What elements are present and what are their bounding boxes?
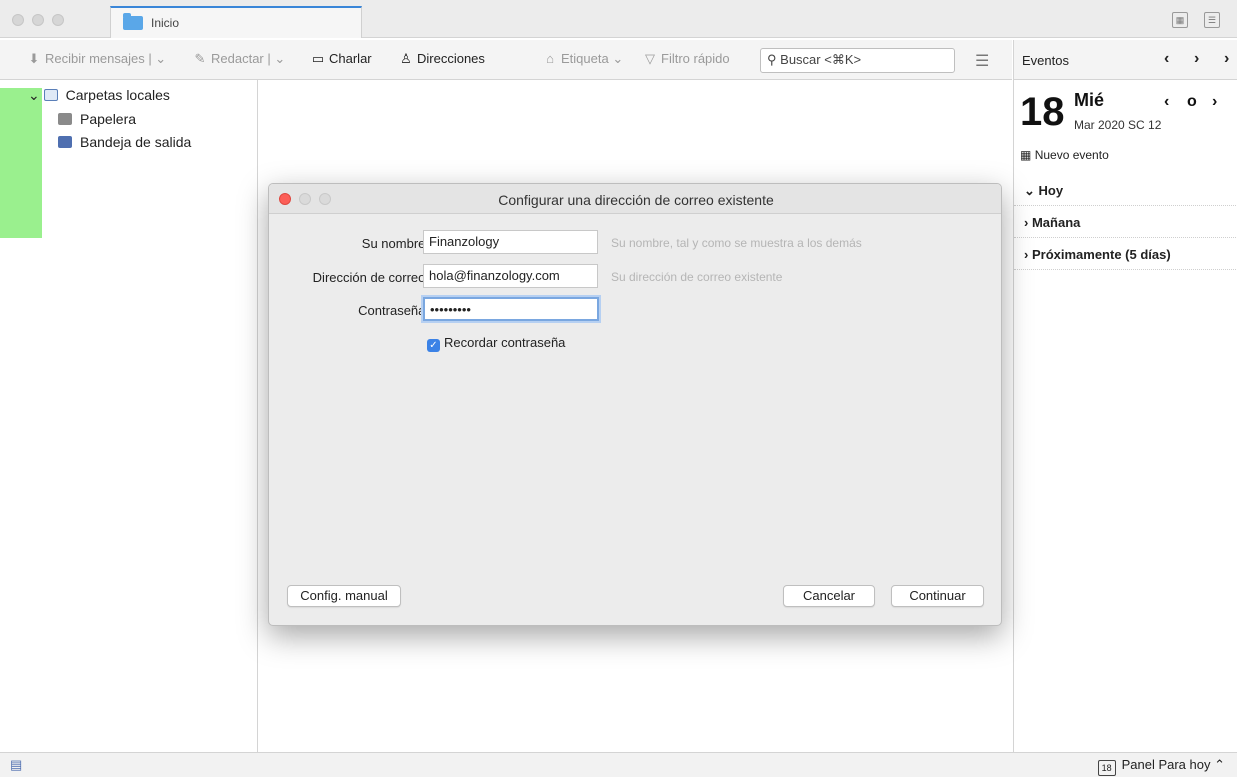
section-upcoming[interactable]: › Próximamente (5 días) (1014, 240, 1237, 270)
app-menu-icon[interactable]: ☰ (975, 51, 989, 71)
manual-config-button[interactable]: Config. manual (287, 585, 401, 607)
section-label: Hoy (1038, 183, 1064, 198)
tab-bar: Inicio ▦ ☰ (0, 0, 1237, 38)
cancel-button[interactable]: Cancelar (783, 585, 875, 607)
day-number: 18 (1020, 90, 1065, 134)
password-field[interactable]: ••••••••• (423, 297, 599, 321)
address-book-label: Direcciones (417, 51, 485, 66)
next-day-icon[interactable]: › (1212, 93, 1217, 111)
chat-label: Charlar (329, 51, 372, 66)
contacts-icon: ♙ (400, 51, 412, 66)
today-pane-label: Panel Para hoy (1121, 757, 1211, 772)
chevron-right-icon: › (1024, 215, 1029, 230)
calendar-add-icon: ▦ (1020, 148, 1032, 162)
remember-password-checkbox[interactable]: ✓ Recordar contraseña (427, 335, 565, 352)
today-circle-icon[interactable]: o (1187, 93, 1197, 111)
continue-button[interactable]: Continuar (891, 585, 984, 607)
name-field[interactable]: Finanzology (423, 230, 598, 254)
folder-label: Carpetas locales (65, 87, 170, 103)
sidebar-highlight (0, 88, 42, 238)
download-icon: ⬇ (28, 51, 40, 66)
window-close-button[interactable] (12, 14, 24, 26)
prev-day-icon[interactable]: ‹ (1164, 93, 1169, 111)
folder-label: Papelera (80, 111, 137, 127)
folder-label: Bandeja de salida (80, 134, 192, 150)
folder-icon (123, 13, 143, 30)
tab-inicio[interactable]: Inicio (110, 6, 362, 38)
folder-local-folders[interactable]: ⌄ Carpetas locales (28, 87, 170, 104)
get-messages-button[interactable]: ⬇ Recibir mensajes | ⌄ (26, 51, 167, 67)
calendar-icon: 18 (1097, 760, 1116, 776)
section-tomorrow[interactable]: › Mañana (1014, 208, 1237, 238)
address-book-button[interactable]: ♙ Direcciones (398, 51, 485, 67)
account-setup-dialog: Configurar una dirección de correo exist… (268, 183, 1002, 626)
network-icon[interactable]: ▤ (10, 757, 22, 773)
trash-icon (58, 113, 72, 125)
get-messages-label: Recibir mensajes (45, 51, 145, 66)
checkmark-icon: ✓ (427, 339, 440, 352)
search-input[interactable]: ⚲ Buscar <⌘K> (760, 48, 955, 73)
tag-button[interactable]: ⌂ Etiqueta ⌄ (542, 51, 623, 67)
events-pane: Eventos ‹ › › 18 Mié ‹ o › Mar 2020 SC 1… (1013, 40, 1237, 752)
tab-label: Inicio (151, 16, 180, 30)
tag-label: Etiqueta (561, 51, 609, 66)
calendar-tab-icon[interactable]: ▦ (1172, 12, 1188, 28)
section-label: Próximamente (5 días) (1031, 247, 1171, 262)
new-event-button[interactable]: ▦ Nuevo evento (1020, 148, 1109, 162)
folder-outbox[interactable]: Bandeja de salida (58, 134, 191, 150)
chat-button[interactable]: ▭ Charlar (310, 51, 372, 67)
name-hint: Su nombre, tal y como se muestra a los d… (611, 236, 862, 250)
email-field[interactable]: hola@finanzology.com (423, 264, 598, 288)
folder-trash[interactable]: Papelera (58, 111, 136, 127)
new-event-label: Nuevo evento (1034, 148, 1109, 162)
weekday: Mié (1074, 90, 1105, 110)
compose-button[interactable]: ✎ Redactar | ⌄ (192, 51, 286, 67)
chat-icon: ▭ (311, 51, 325, 66)
window-minimize-button[interactable] (32, 14, 44, 26)
compose-label: Redactar (211, 51, 264, 66)
chevron-down-icon: ⌄ (1024, 183, 1035, 198)
email-label: Dirección de correo: (312, 270, 429, 285)
dialog-title: Configurar una dirección de correo exist… (498, 192, 774, 208)
search-icon: ⚲ (767, 52, 777, 67)
chevron-right-icon[interactable]: › (1194, 50, 1199, 68)
quick-filter-label: Filtro rápido (661, 51, 730, 66)
section-label: Mañana (1031, 215, 1081, 230)
today-pane-toggle[interactable]: 18 Panel Para hoy ⌃ (1097, 757, 1225, 776)
window-zoom-button[interactable] (52, 14, 64, 26)
chevron-right-icon: › (1024, 247, 1029, 262)
password-label: Contraseña: (358, 303, 429, 318)
tasks-tab-icon[interactable]: ☰ (1204, 12, 1220, 28)
section-today[interactable]: ⌄ Hoy (1014, 176, 1237, 206)
pencil-icon: ✎ (194, 51, 206, 66)
quick-filter-button[interactable]: ▽ Filtro rápido (642, 51, 730, 67)
chevron-left-icon[interactable]: ‹ (1164, 50, 1169, 68)
search-placeholder: Buscar <⌘K> (780, 52, 862, 67)
events-title: Eventos (1022, 53, 1069, 68)
month-week: Mar 2020 SC 12 (1074, 118, 1162, 132)
name-label: Su nombre: (361, 236, 429, 251)
filter-icon: ▽ (645, 51, 655, 66)
tag-icon: ⌂ (546, 51, 554, 66)
computer-icon (43, 89, 58, 101)
events-header: Eventos ‹ › › (1014, 40, 1237, 80)
dialog-titlebar: Configurar una dirección de correo exist… (269, 184, 1001, 214)
status-bar: ▤ 18 Panel Para hoy ⌃ (0, 752, 1237, 777)
chevron-down-icon: ⌄ (28, 87, 40, 103)
remember-password-label: Recordar contraseña (444, 335, 566, 350)
outbox-icon (58, 136, 72, 148)
chevron-right-icon[interactable]: › (1224, 50, 1229, 68)
email-hint: Su dirección de correo existente (611, 270, 783, 284)
mail-toolbar: ⬇ Recibir mensajes | ⌄ ✎ Redactar | ⌄ ▭ Cha… (0, 40, 1012, 80)
